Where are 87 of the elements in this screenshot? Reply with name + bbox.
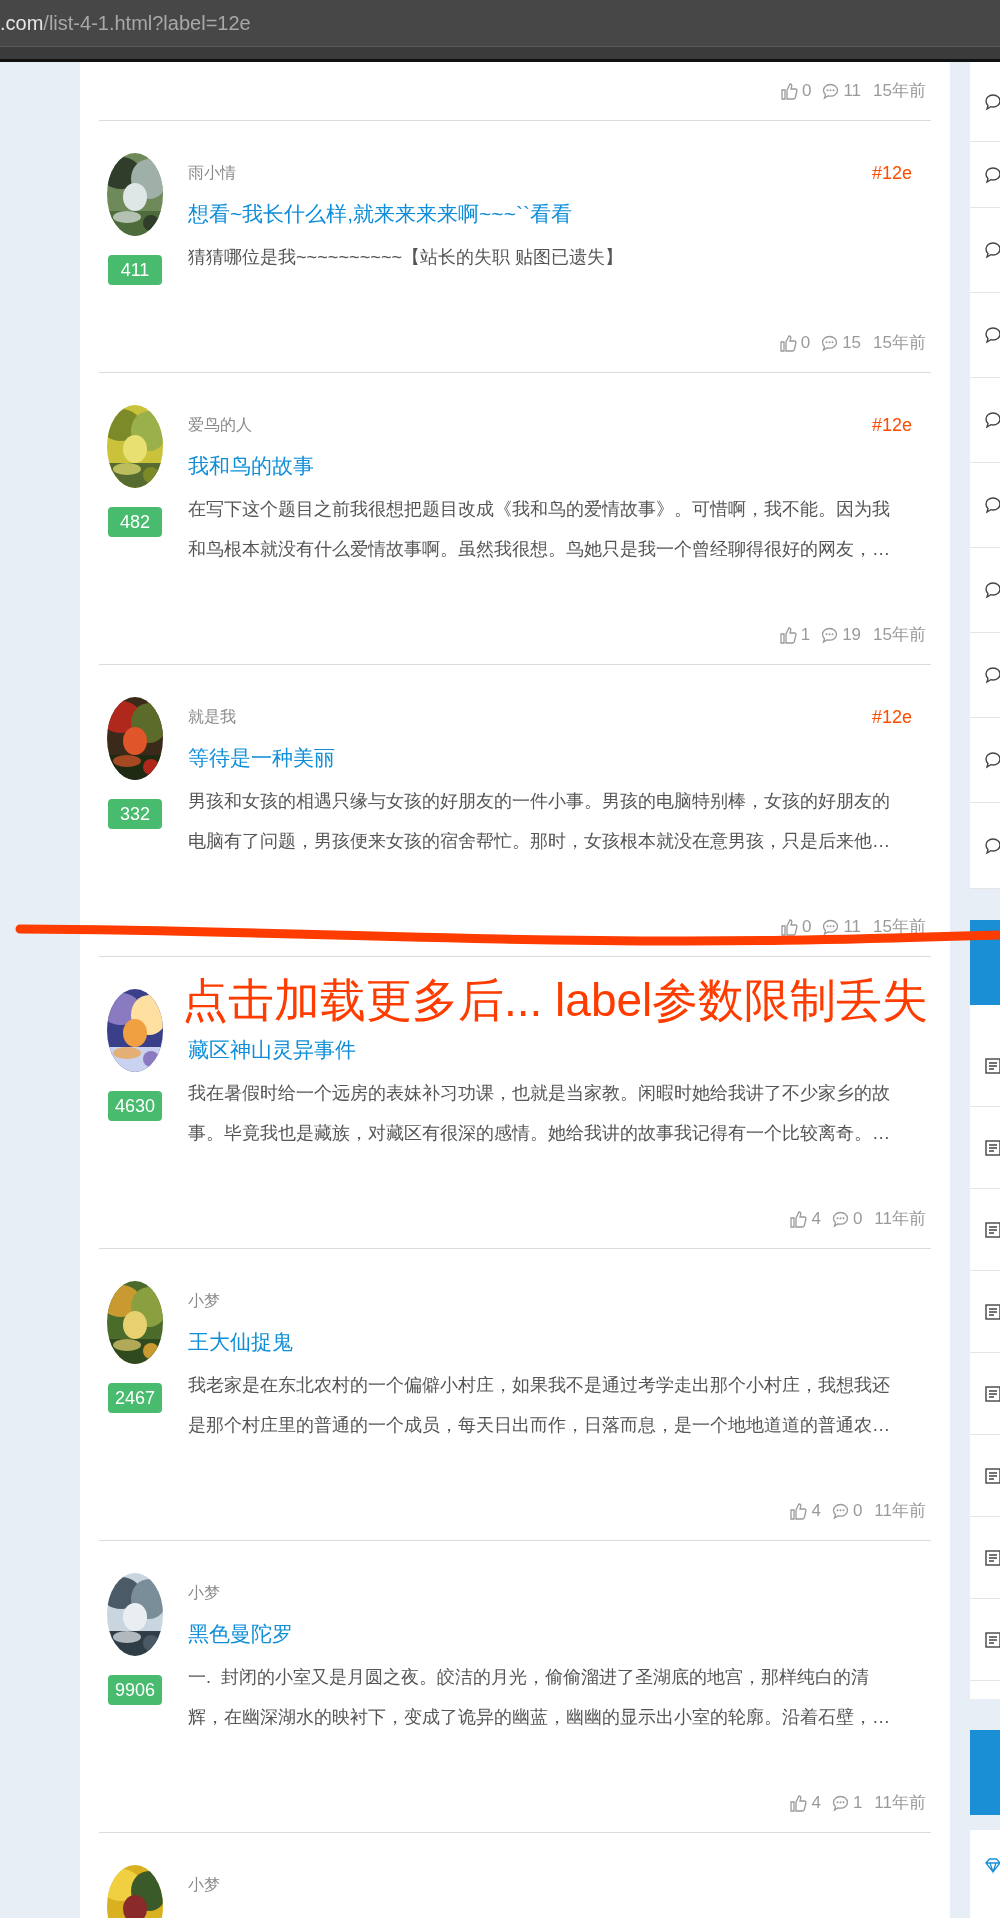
excerpt-line: 男孩和女孩的相遇只缘与女孩的好朋友的一件小事。男孩的电脑特别棒，女孩的好朋友的 <box>188 790 891 813</box>
score-badge: 2467 <box>107 1383 162 1413</box>
speech-bubble-icon <box>984 751 1000 769</box>
speech-bubble-icon <box>984 92 1000 111</box>
excerpt-line: 一. 封闭的小室又是月圆之夜。皎洁的月光，偷偷溜进了圣湖底的地宫，那样纯白的清 <box>188 1666 871 1689</box>
thumbs-up-icon[interactable] <box>779 917 799 937</box>
excerpt-line: 事。毕竟我也是藏族，对藏区有很深的感情。她给我讲的故事我记得有一个比较离奇。… <box>188 1122 892 1145</box>
diamond-icon <box>984 1856 1000 1874</box>
tag-label[interactable]: #12e <box>871 411 912 439</box>
excerpt-line: 辉，在幽深湖水的映衬下，变成了诡异的幽蓝，幽幽的显示出小室的轮廓。沿着石壁，… <box>188 1706 892 1729</box>
post-title[interactable]: 黑色曼陀罗 <box>188 1620 931 1648</box>
post-title[interactable]: 想看~我长什么样,就来来来来啊~~~``看看 <box>188 200 931 228</box>
thumbs-up-icon[interactable] <box>778 333 798 353</box>
score-badge: 411 <box>108 255 162 285</box>
post-title[interactable]: 藏区神山灵异事件 <box>188 1036 931 1064</box>
post-time: 15年前 <box>873 332 926 355</box>
like-count: 0 <box>800 332 811 355</box>
comment-icon[interactable] <box>830 1501 850 1521</box>
tag-label[interactable]: #12e <box>871 159 912 187</box>
document-icon <box>984 1056 1000 1075</box>
thumbs-up-icon[interactable] <box>779 81 799 101</box>
author-name[interactable]: 就是我 <box>188 705 236 729</box>
like-count: 1 <box>800 624 811 647</box>
score-badge: 4630 <box>107 1091 162 1121</box>
tag-label[interactable]: #12e <box>871 703 912 731</box>
score-badge: 332 <box>108 799 162 829</box>
like-count: 4 <box>811 1500 821 1523</box>
document-icon <box>984 1384 1000 1403</box>
post-time: 11年前 <box>874 1500 926 1523</box>
author-name[interactable]: 小梦 <box>188 1289 220 1313</box>
thumbs-up-icon[interactable] <box>789 1209 809 1229</box>
speech-bubble-icon <box>984 581 1000 599</box>
document-icon <box>984 1302 1000 1321</box>
author-name[interactable]: 小梦 <box>188 1581 220 1605</box>
excerpt-line: 我在暑假时给一个远房的表妹补习功课，也就是当家教。闲暇时她给我讲了不少家乡的故 <box>188 1082 891 1105</box>
speech-bubble-icon <box>984 165 1000 184</box>
like-count: 4 <box>811 1792 821 1815</box>
comment-icon[interactable] <box>821 917 841 937</box>
speech-bubble-icon <box>984 666 1000 684</box>
author-name[interactable]: 爱鸟的人 <box>188 413 252 437</box>
score-badge: 9906 <box>107 1675 162 1705</box>
document-icon <box>984 1548 1000 1567</box>
comment-icon[interactable] <box>821 81 841 101</box>
comment-count: 11 <box>843 916 862 939</box>
comment-count: 19 <box>842 624 862 647</box>
thumbs-up-icon[interactable] <box>789 1793 809 1813</box>
post-time: 11年前 <box>874 1792 926 1815</box>
speech-bubble-icon <box>984 411 1000 429</box>
like-count: 0 <box>801 80 812 103</box>
post-time: 15年前 <box>873 80 926 103</box>
excerpt-line: 猜猜哪位是我~~~~~~~~~~【站长的失职 贴图已遗失】 <box>188 246 625 269</box>
comment-icon[interactable] <box>830 1209 850 1229</box>
post-title[interactable]: 等待是一种美丽 <box>188 744 931 772</box>
like-count: 0 <box>801 916 812 939</box>
document-icon <box>984 1466 1000 1485</box>
author-name[interactable]: 雨小情 <box>188 161 236 185</box>
speech-bubble-icon <box>984 496 1000 514</box>
comment-count: 1 <box>852 1792 863 1815</box>
author-name[interactable]: 小梦 <box>188 1873 220 1897</box>
comment-count: 11 <box>843 80 862 103</box>
comment-count: 15 <box>842 332 862 355</box>
comment-icon[interactable] <box>830 1793 850 1813</box>
thumbs-up-icon[interactable] <box>789 1501 809 1521</box>
post-title[interactable]: 王大仙捉鬼 <box>188 1328 931 1356</box>
speech-bubble-icon <box>984 836 1000 855</box>
document-icon <box>984 1630 1000 1649</box>
document-icon <box>984 1138 1000 1157</box>
post-title[interactable]: 我和鸟的故事 <box>188 452 931 480</box>
comment-icon[interactable] <box>820 625 840 645</box>
post-time: 15年前 <box>873 624 926 647</box>
document-icon <box>984 1220 1000 1239</box>
excerpt-line: 在写下这个题目之前我很想把题目改成《我和鸟的爱情故事》。可惜啊，我不能。因为我 <box>188 498 891 521</box>
excerpt-line: 我老家是在东北农村的一个偏僻小村庄，如果我不是通过考学走出那个小村庄，我想我还 <box>188 1374 891 1397</box>
annotation-text: 点击加载更多后... label参数限制丢失 <box>182 973 929 1028</box>
address-bar[interactable]: .com/list-4-1.html?label=12e <box>0 0 1000 47</box>
speech-bubble-icon <box>984 326 1000 344</box>
excerpt-line: 和鸟根本就没有什么爱情故事啊。虽然我很想。鸟她只是我一个曾经聊得很好的网友，… <box>188 538 892 561</box>
thumbs-up-icon[interactable] <box>778 625 798 645</box>
speech-bubble-icon <box>984 241 1000 259</box>
like-count: 4 <box>811 1208 821 1231</box>
excerpt-line: 电脑有了问题，男孩便来女孩的宿舍帮忙。那时，女孩根本就没在意男孩，只是后来他… <box>188 830 892 853</box>
score-badge: 482 <box>108 507 162 537</box>
comment-icon[interactable] <box>820 333 840 353</box>
post-time: 11年前 <box>874 1208 926 1231</box>
comment-count: 0 <box>852 1500 863 1523</box>
comment-count: 0 <box>852 1208 863 1231</box>
excerpt-line: 是那个村庄里的普通的一个成员，每天日出而作，日落而息，是一个地地道道的普通农… <box>188 1414 892 1437</box>
